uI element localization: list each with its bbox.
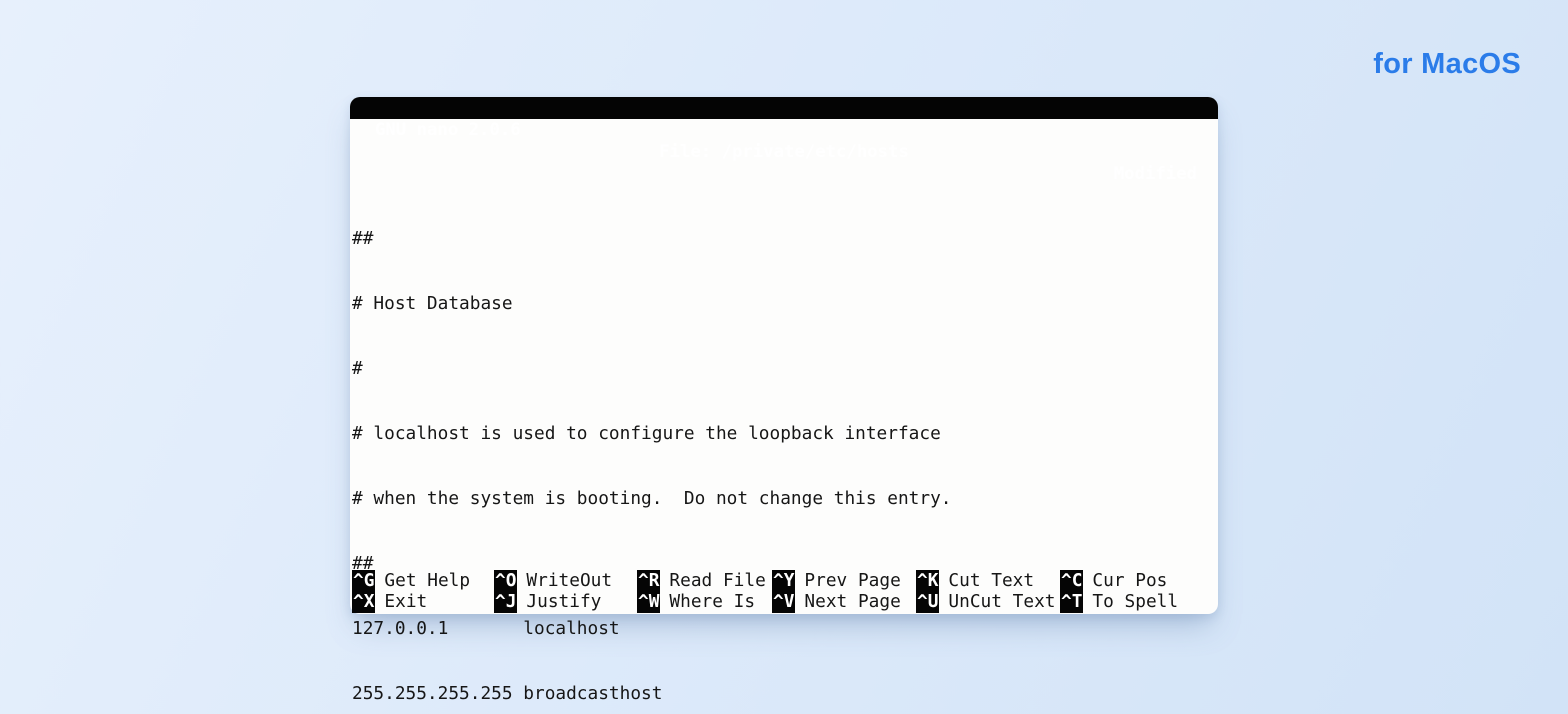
ctrl-g-key: ^G bbox=[352, 570, 375, 592]
hosts-file-editor[interactable]: ## # Host Database # # localhost is used… bbox=[350, 119, 1218, 714]
editor-line-text: # Host Database bbox=[352, 293, 513, 314]
menu-item-cur-pos[interactable]: ^CCur Pos bbox=[1060, 570, 1218, 592]
terminal-window: GNU nano 2.0.6 File: /private/etc/hosts … bbox=[350, 97, 1218, 614]
menu-label: Justify bbox=[517, 591, 601, 612]
menu-item-writeout[interactable]: ^OWriteOut bbox=[494, 570, 637, 592]
menu-label: Read File bbox=[660, 570, 765, 591]
menu-label: Get Help bbox=[375, 570, 470, 591]
menu-item-get-help[interactable]: ^GGet Help bbox=[352, 570, 494, 592]
nano-titlebar: GNU nano 2.0.6 File: /private/etc/hosts … bbox=[350, 97, 1218, 119]
ctrl-k-key: ^K bbox=[916, 570, 939, 592]
editor-line: ## bbox=[350, 228, 1218, 250]
menu-item-prev-page[interactable]: ^YPrev Page bbox=[772, 570, 916, 592]
menu-label: Prev Page bbox=[795, 570, 900, 591]
menu-label: To Spell bbox=[1083, 591, 1178, 612]
menu-label: Where Is bbox=[660, 591, 755, 612]
ctrl-r-key: ^R bbox=[637, 570, 660, 592]
nano-shortcut-menu: ^GGet Help ^OWriteOut ^RRead File ^YPrev… bbox=[350, 570, 1218, 613]
menu-item-read-file[interactable]: ^RRead File bbox=[637, 570, 772, 592]
editor-line-broadcasthost: 255.255.255.255 broadcasthost bbox=[350, 683, 1218, 705]
ctrl-w-key: ^W bbox=[637, 591, 660, 613]
ctrl-t-key: ^T bbox=[1060, 591, 1083, 613]
editor-line-text: # when the system is booting. Do not cha… bbox=[352, 488, 952, 509]
menu-label: Exit bbox=[375, 591, 427, 612]
editor-line: # Host Database bbox=[350, 293, 1218, 315]
menu-label: WriteOut bbox=[517, 570, 612, 591]
menu-item-uncut-text[interactable]: ^UUnCut Text bbox=[916, 591, 1060, 613]
ctrl-o-key: ^O bbox=[494, 570, 517, 592]
menu-label: Next Page bbox=[795, 591, 900, 612]
editor-line-text: 127.0.0.1 localhost bbox=[352, 618, 620, 639]
editor-line: # bbox=[350, 358, 1218, 380]
editor-line bbox=[350, 162, 1218, 184]
menu-item-where-is[interactable]: ^WWhere Is bbox=[637, 591, 772, 613]
editor-line-text: # bbox=[352, 358, 363, 379]
editor-line-localhost: 127.0.0.1 localhost bbox=[350, 618, 1218, 640]
for-macos-label: for MacOS bbox=[1373, 48, 1521, 81]
menu-item-exit[interactable]: ^XExit bbox=[352, 591, 494, 613]
ctrl-x-key: ^X bbox=[352, 591, 375, 613]
editor-line-text: ## bbox=[352, 228, 373, 249]
ctrl-y-key: ^Y bbox=[772, 570, 795, 592]
menu-label: UnCut Text bbox=[939, 591, 1055, 612]
shortcut-row-1: ^GGet Help ^OWriteOut ^RRead File ^YPrev… bbox=[350, 570, 1218, 592]
menu-item-next-page[interactable]: ^VNext Page bbox=[772, 591, 916, 613]
menu-item-to-spell[interactable]: ^TTo Spell bbox=[1060, 591, 1218, 613]
menu-label: Cut Text bbox=[939, 570, 1034, 591]
ctrl-c-key: ^C bbox=[1060, 570, 1083, 592]
menu-item-justify[interactable]: ^JJustify bbox=[494, 591, 637, 613]
menu-item-cut-text[interactable]: ^KCut Text bbox=[916, 570, 1060, 592]
shortcut-row-2: ^XExit ^JJustify ^WWhere Is ^VNext Page … bbox=[350, 591, 1218, 613]
ctrl-v-key: ^V bbox=[772, 591, 795, 613]
editor-line: # when the system is booting. Do not cha… bbox=[350, 488, 1218, 510]
editor-line-text: # localhost is used to configure the loo… bbox=[352, 423, 941, 444]
ctrl-j-key: ^J bbox=[494, 591, 517, 613]
editor-line-text: 255.255.255.255 broadcasthost bbox=[352, 683, 662, 704]
menu-label: Cur Pos bbox=[1083, 570, 1167, 591]
ctrl-u-key: ^U bbox=[916, 591, 939, 613]
editor-line: # localhost is used to configure the loo… bbox=[350, 423, 1218, 445]
